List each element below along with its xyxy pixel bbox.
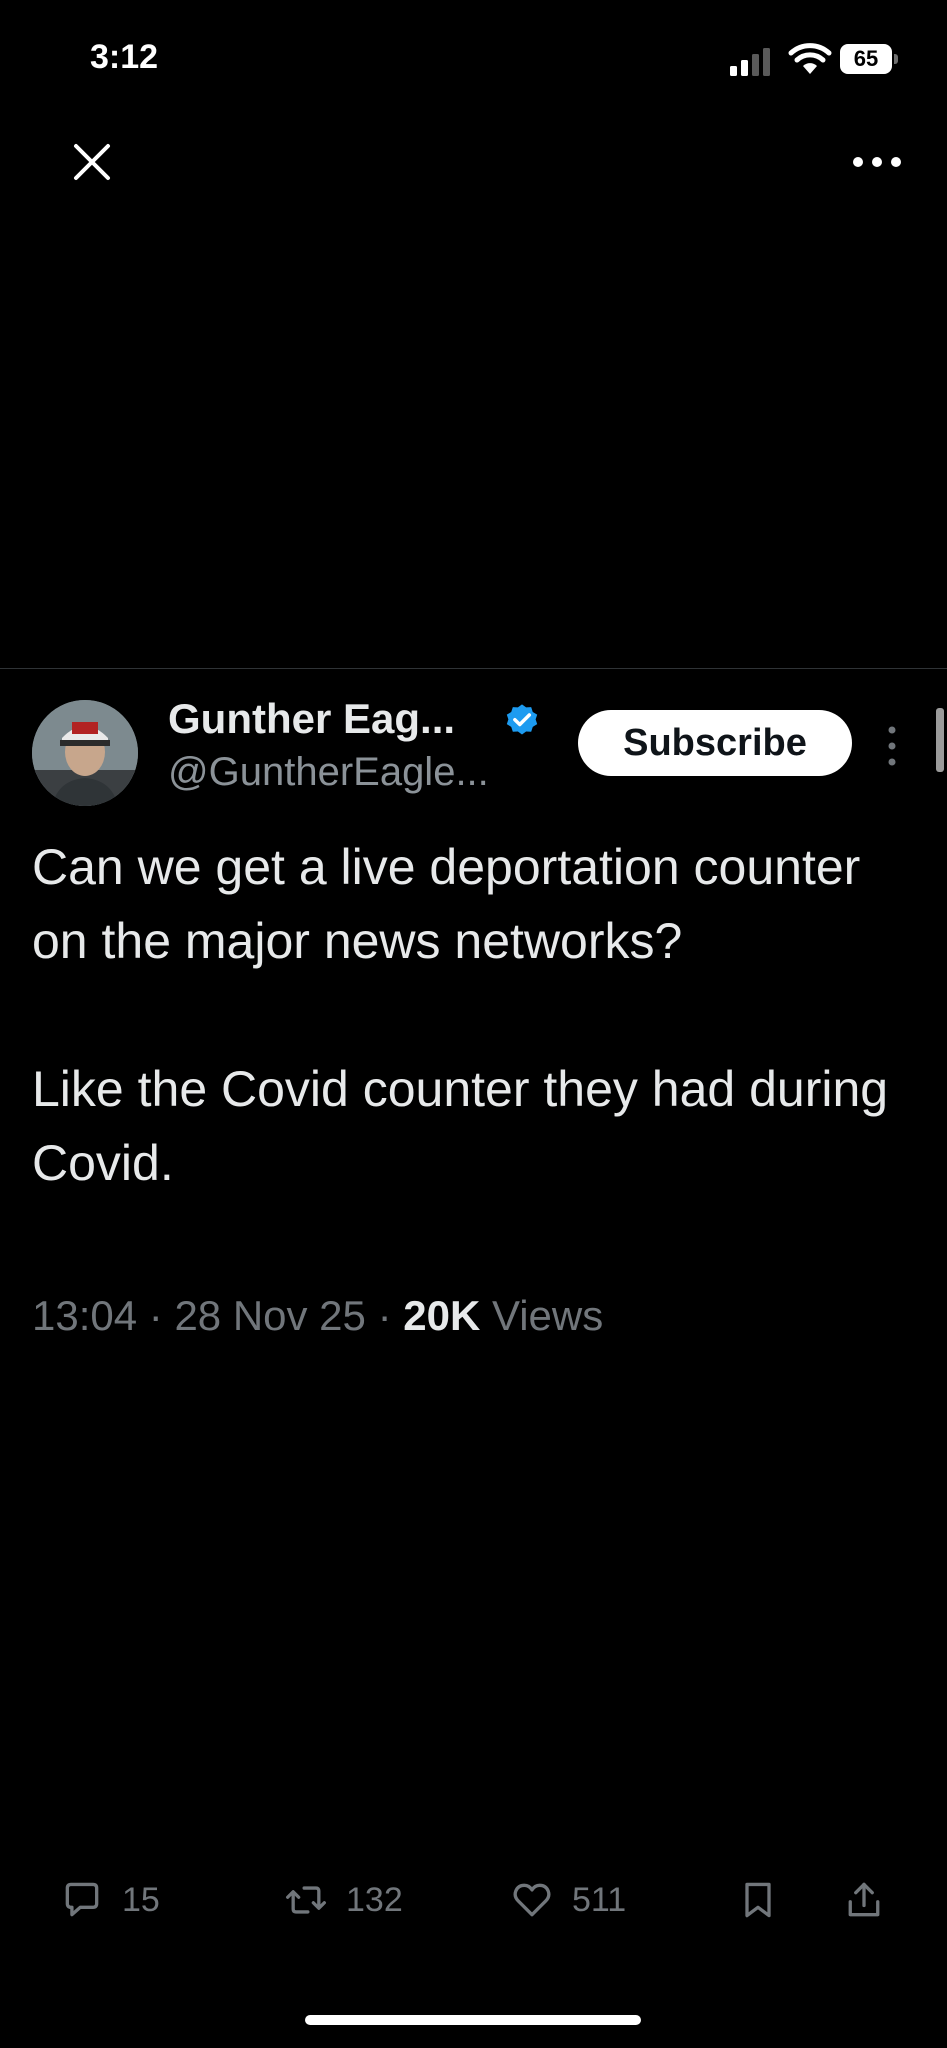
like-button[interactable]: 511 [510, 1875, 626, 1925]
avatar[interactable] [32, 700, 138, 806]
verified-badge-icon [506, 704, 538, 735]
battery-body: 65 [840, 44, 892, 74]
bookmark-icon [745, 1882, 771, 1918]
battery-cap [894, 54, 898, 64]
reply-count: 15 [122, 1880, 160, 1919]
tweet-date[interactable]: 28 Nov 25 [174, 1292, 365, 1339]
signal-icon [730, 48, 770, 76]
retweet-button[interactable]: 132 [284, 1875, 403, 1925]
tweet-meta: 13:04 · 28 Nov 25 · 20K Views [32, 1292, 603, 1340]
reply-icon [65, 1882, 99, 1917]
reply-button[interactable]: 15 [60, 1875, 160, 1925]
retweet-icon [286, 1886, 326, 1914]
scroll-indicator[interactable] [936, 708, 944, 772]
close-icon[interactable] [66, 136, 118, 188]
divider [0, 668, 947, 669]
battery-level: 65 [853, 46, 879, 71]
tweet-text: Can we get a live deportation counter on… [32, 839, 889, 1191]
meta-separator: · [365, 1292, 404, 1339]
more-horizontal-icon[interactable] [850, 150, 904, 174]
views-count[interactable]: 20K [403, 1292, 480, 1339]
wifi-icon [788, 43, 832, 74]
bookmark-button[interactable] [736, 1875, 780, 1925]
share-icon [848, 1882, 880, 1917]
status-time: 3:12 [90, 38, 159, 76]
media-area[interactable] [0, 205, 947, 667]
tweet-time[interactable]: 13:04 [32, 1292, 137, 1339]
author-handle[interactable]: @GuntherEagle... [168, 750, 489, 795]
subscribe-button[interactable]: Subscribe [578, 710, 852, 776]
heart-icon [513, 1883, 551, 1917]
share-button[interactable] [842, 1875, 886, 1925]
more-vertical-icon[interactable] [884, 724, 900, 768]
meta-separator: · [137, 1292, 175, 1339]
battery-icon: 65 [840, 44, 898, 74]
views-label: Views [480, 1292, 604, 1339]
author-name[interactable]: Gunther Eag... [168, 695, 455, 743]
retweet-count: 132 [346, 1880, 403, 1919]
avatar-image [32, 700, 138, 806]
like-count: 511 [572, 1880, 627, 1919]
home-indicator[interactable] [305, 2015, 641, 2025]
